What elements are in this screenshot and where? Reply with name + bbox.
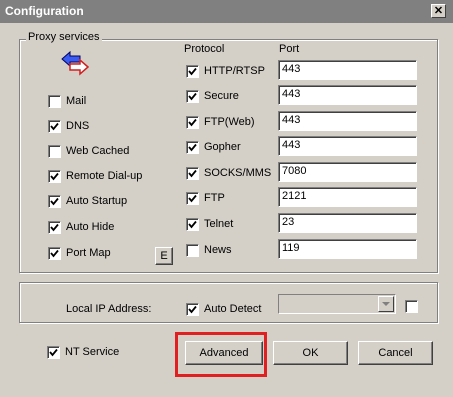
checkmark-icon xyxy=(188,143,197,152)
exchange-arrows-icon xyxy=(60,50,90,76)
protocol-checkbox-socks-mms[interactable] xyxy=(186,167,199,180)
service-label: Auto Hide xyxy=(66,221,115,233)
protocol-checkbox-news[interactable] xyxy=(186,244,199,257)
checkmark-icon xyxy=(188,67,197,76)
port-header: Port xyxy=(279,43,300,55)
chevron-down-icon xyxy=(382,302,390,306)
checkmark-icon xyxy=(188,118,197,127)
checkmark-icon xyxy=(50,223,59,232)
checkmark-icon xyxy=(50,172,59,181)
protocol-checkbox-telnet[interactable] xyxy=(186,218,199,231)
protocol-checkbox-http-rtsp[interactable] xyxy=(186,65,199,78)
service-label: Web Cached xyxy=(66,145,130,157)
service-checkbox-web-cached[interactable] xyxy=(48,145,61,158)
protocol-label: Telnet xyxy=(204,218,234,230)
protocol-label: Secure xyxy=(204,90,239,102)
service-label: Auto Startup xyxy=(66,195,128,207)
protocol-label: FTP xyxy=(204,192,225,204)
combo-dropdown-button[interactable] xyxy=(378,296,394,312)
close-button[interactable]: ✕ xyxy=(431,4,446,18)
checkmark-icon xyxy=(188,220,197,229)
port-input[interactable]: 23 xyxy=(278,213,417,233)
checkmark-icon xyxy=(50,197,59,206)
auto-detect-checkbox[interactable] xyxy=(186,303,199,316)
ok-button-label: OK xyxy=(302,347,319,359)
protocol-checkbox-gopher[interactable] xyxy=(186,141,199,154)
port-input[interactable]: 7080 xyxy=(278,162,417,182)
local-ip-extra-checkbox[interactable] xyxy=(405,300,418,313)
advanced-button[interactable]: Advanced xyxy=(185,341,263,365)
service-checkbox-port-map[interactable] xyxy=(48,247,61,260)
nt-service-checkbox[interactable] xyxy=(47,346,60,359)
checkmark-icon xyxy=(50,122,59,131)
port-input[interactable]: 443 xyxy=(278,85,417,105)
service-checkbox-remote-dial-up[interactable] xyxy=(48,170,61,183)
protocol-label: Gopher xyxy=(204,141,241,153)
edit-button-label: E xyxy=(160,250,168,262)
service-label: Mail xyxy=(66,95,87,107)
service-checkbox-auto-startup[interactable] xyxy=(48,195,61,208)
nt-service-label: NT Service xyxy=(65,346,120,358)
protocol-label: SOCKS/MMS xyxy=(204,167,272,179)
port-input[interactable]: 2121 xyxy=(278,187,417,207)
auto-detect-box[interactable] xyxy=(186,303,199,316)
cancel-button-label: Cancel xyxy=(378,347,413,359)
close-icon: ✕ xyxy=(433,5,444,17)
local-ip-combo[interactable] xyxy=(278,294,396,314)
port-input[interactable]: 443 xyxy=(278,136,417,156)
window-title: Configuration xyxy=(5,4,84,18)
checkmark-icon xyxy=(188,92,197,101)
service-label: Port Map xyxy=(66,247,111,259)
checkmark-icon xyxy=(50,249,59,258)
protocol-checkbox-ftp[interactable] xyxy=(186,192,199,205)
service-checkbox-dns[interactable] xyxy=(48,120,61,133)
proxy-services-label: Proxy services xyxy=(26,31,102,43)
checkmark-icon xyxy=(188,305,197,314)
service-checkbox-auto-hide[interactable] xyxy=(48,221,61,234)
checkmark-icon xyxy=(188,194,197,203)
cancel-button[interactable]: Cancel xyxy=(358,341,433,365)
local-ip-label: Local IP Address: xyxy=(66,303,152,315)
ok-button[interactable]: OK xyxy=(273,341,348,365)
protocol-checkbox-secure[interactable] xyxy=(186,90,199,103)
title-bar: Configuration ✕ xyxy=(0,0,453,23)
dialog-client: Proxy services Protocol Port Mail DNS Web … xyxy=(0,23,453,397)
checkmark-icon xyxy=(49,348,58,357)
protocol-checkbox-ftp-web-[interactable] xyxy=(186,116,199,129)
checkmark-icon xyxy=(188,169,197,178)
port-input[interactable]: 443 xyxy=(278,111,417,131)
protocol-header: Protocol xyxy=(184,43,225,55)
protocol-label: News xyxy=(204,244,232,256)
advanced-button-label: Advanced xyxy=(199,347,249,359)
port-map-edit-button[interactable]: E xyxy=(155,247,173,265)
port-input[interactable]: 443 xyxy=(278,60,417,80)
port-input[interactable]: 119 xyxy=(278,239,417,259)
service-label: Remote Dial-up xyxy=(66,170,143,182)
protocol-label: HTTP/RTSP xyxy=(204,65,265,77)
protocol-label: FTP(Web) xyxy=(204,116,255,128)
nt-service-box[interactable] xyxy=(47,346,60,359)
auto-detect-label: Auto Detect xyxy=(204,303,262,315)
service-label: DNS xyxy=(66,120,90,132)
service-checkbox-mail[interactable] xyxy=(48,95,61,108)
